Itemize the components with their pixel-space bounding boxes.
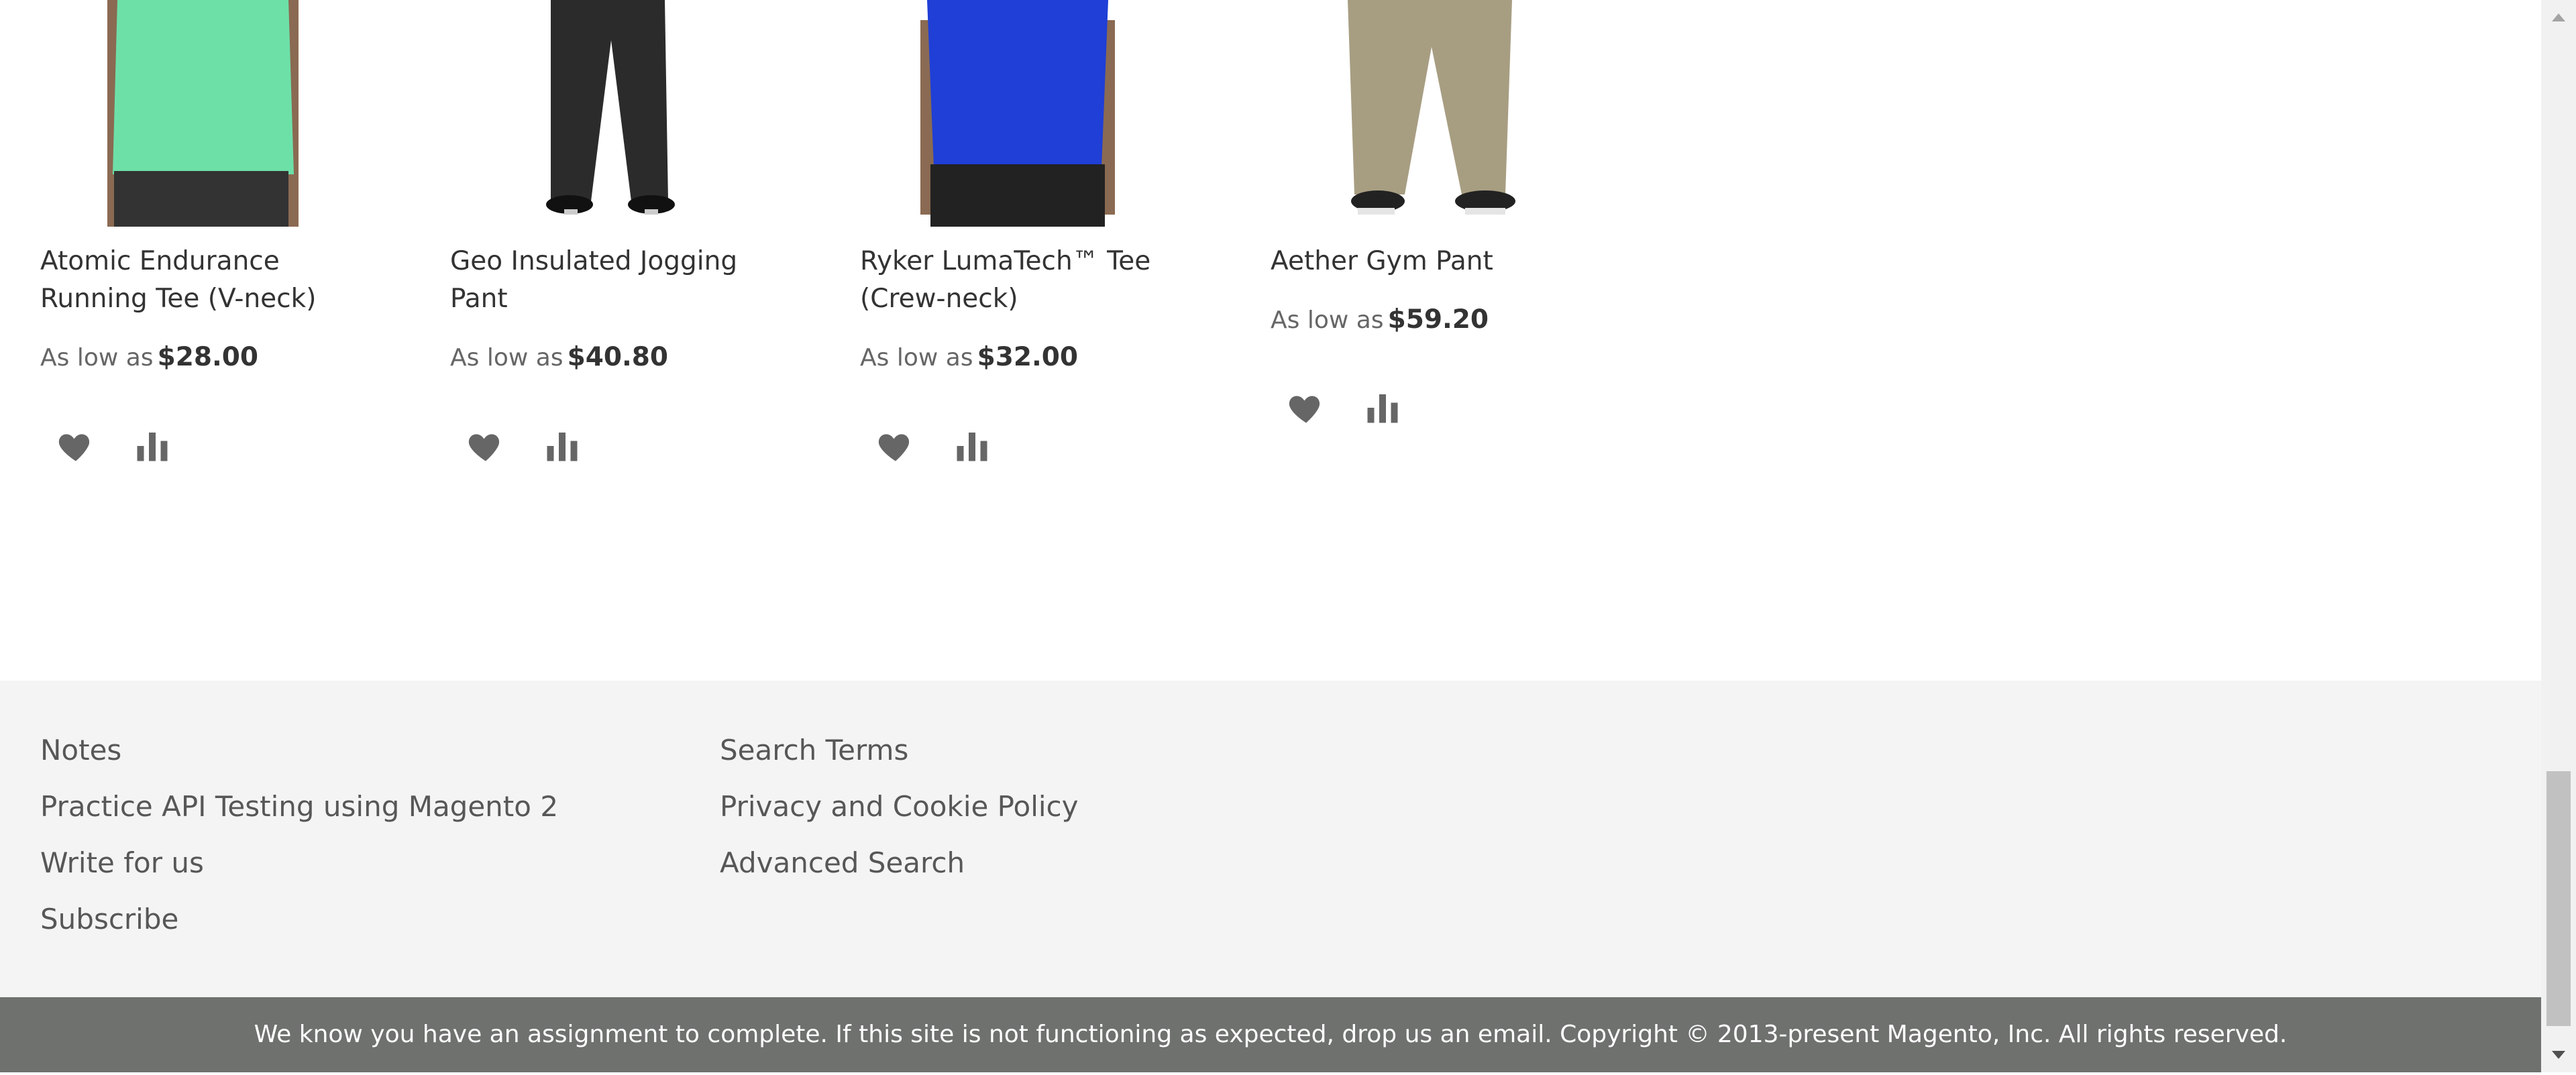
product-image[interactable]: [860, 0, 1175, 227]
heart-icon: [878, 434, 910, 461]
scroll-down-button[interactable]: [2541, 1037, 2576, 1072]
product-price: As low as $28.00: [40, 342, 258, 372]
footer-link-subscribe[interactable]: Subscribe: [40, 891, 558, 948]
add-to-compare-button[interactable]: [132, 426, 172, 466]
product-name-link[interactable]: Aether Gym Pant: [1271, 243, 1586, 280]
add-to-compare-button[interactable]: [542, 426, 582, 466]
triangle-up-icon: [2552, 13, 2565, 21]
price-amount: $40.80: [567, 342, 669, 372]
heart-icon: [468, 434, 500, 461]
price-amount: $59.20: [1387, 304, 1489, 335]
product-name-link[interactable]: Geo Insulated Jogging Pant: [450, 243, 765, 318]
footer-link-search-terms[interactable]: Search Terms: [720, 722, 1079, 779]
product-name-link[interactable]: Atomic Endurance Running Tee (V-neck): [40, 243, 356, 318]
add-to-compare-button[interactable]: [1362, 388, 1403, 428]
product-price: As low as $32.00: [860, 342, 1078, 372]
product-price: As low as $59.20: [1271, 304, 1489, 335]
footer-link-advanced-search[interactable]: Advanced Search: [720, 835, 1079, 891]
product-image[interactable]: [40, 0, 356, 227]
footer-link-privacy-policy[interactable]: Privacy and Cookie Policy: [720, 779, 1079, 835]
footer-links-column: Notes Practice API Testing using Magento…: [40, 722, 558, 948]
price-label: As low as: [450, 344, 564, 372]
bar-chart-icon: [547, 433, 578, 461]
add-to-wishlist-button[interactable]: [1286, 388, 1326, 428]
copyright-bar: We know you have an assignment to comple…: [0, 997, 2541, 1072]
page: Atomic Endurance Running Tee (V-neck) As…: [0, 0, 2541, 1072]
price-label: As low as: [860, 344, 973, 372]
bar-chart-icon: [1367, 394, 1398, 423]
triangle-down-icon: [2552, 1051, 2565, 1059]
add-to-wishlist-button[interactable]: [875, 426, 916, 466]
price-amount: $28.00: [157, 342, 259, 372]
footer-link-write-for-us[interactable]: Write for us: [40, 835, 558, 891]
price-label: As low as: [1271, 306, 1384, 334]
price-amount: $32.00: [977, 342, 1079, 372]
product-price: As low as $40.80: [450, 342, 668, 372]
scrollbar-thumb[interactable]: [2546, 771, 2571, 1026]
heart-icon: [58, 434, 90, 461]
footer-link-practice-api[interactable]: Practice API Testing using Magento 2: [40, 779, 558, 835]
bar-chart-icon: [137, 433, 168, 461]
heart-icon: [1289, 396, 1320, 423]
footer: Notes Practice API Testing using Magento…: [0, 681, 2541, 997]
footer-link-notes[interactable]: Notes: [40, 722, 558, 779]
scroll-up-button[interactable]: [2541, 0, 2576, 35]
footer-links-column: Search Terms Privacy and Cookie Policy A…: [720, 722, 1079, 891]
vertical-scrollbar[interactable]: [2541, 0, 2576, 1072]
price-label: As low as: [40, 344, 154, 372]
add-to-wishlist-button[interactable]: [466, 426, 506, 466]
product-name-link[interactable]: Ryker LumaTech™ Tee (Crew-neck): [860, 243, 1175, 318]
bar-chart-icon: [957, 433, 987, 461]
product-image[interactable]: [450, 0, 765, 227]
product-image[interactable]: [1271, 0, 1586, 227]
add-to-wishlist-button[interactable]: [56, 426, 96, 466]
add-to-compare-button[interactable]: [952, 426, 992, 466]
